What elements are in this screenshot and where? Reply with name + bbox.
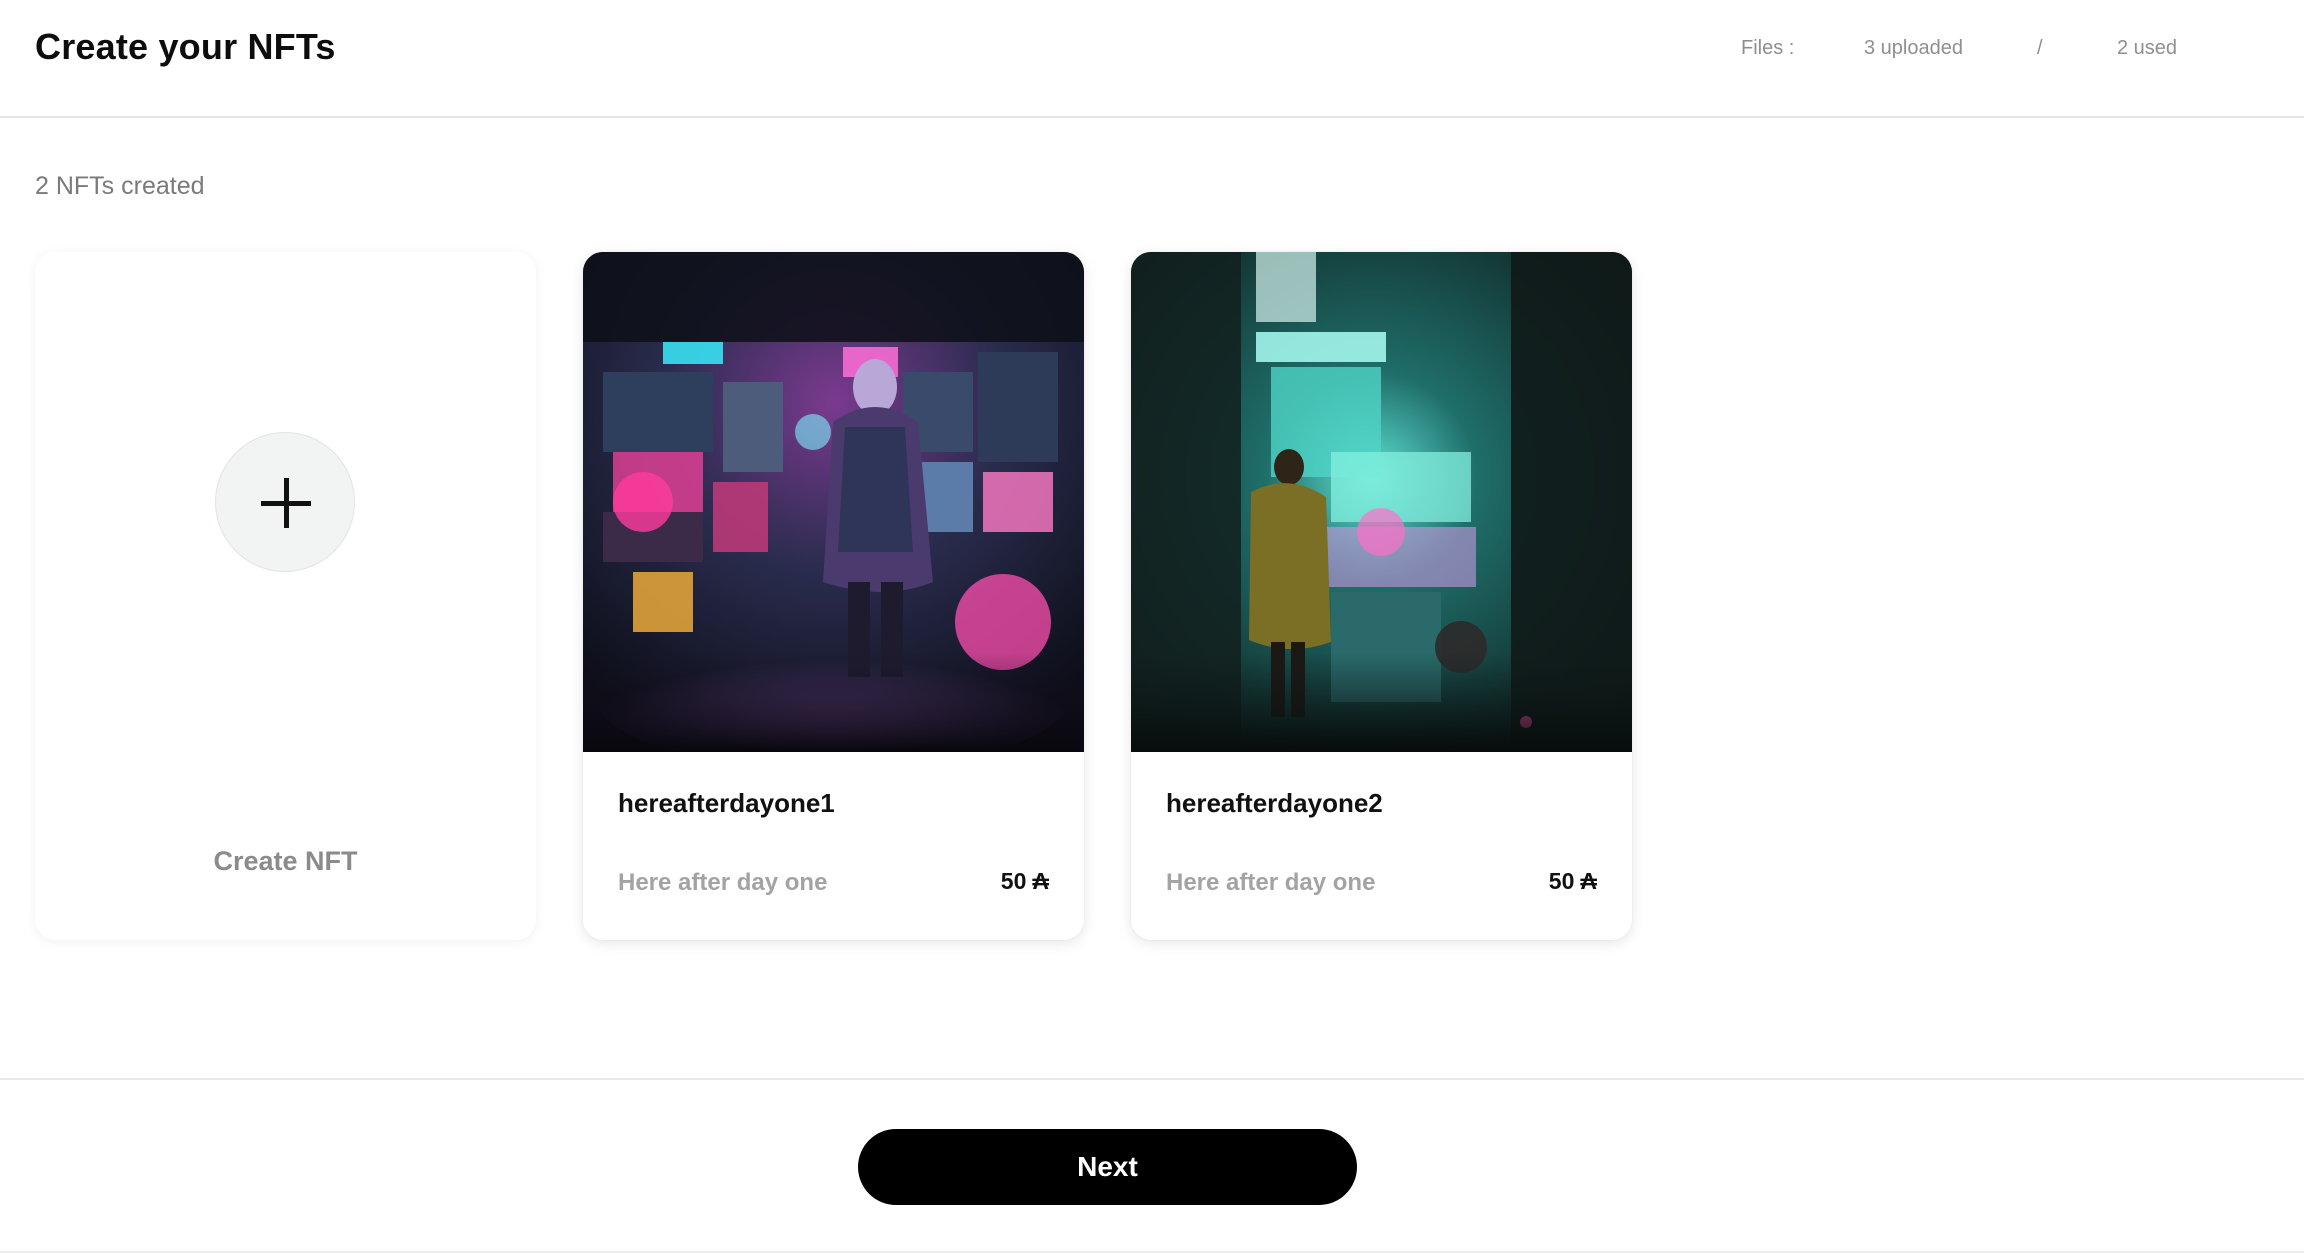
nft-description: Here after day one [618,869,828,896]
nft-name: hereafterdayone1 [618,788,835,818]
ada-currency-icon: ₳ [1032,868,1049,894]
footer-divider [0,1078,2304,1080]
page-title: Create your NFTs [35,26,336,67]
files-separator: / [2037,37,2043,59]
files-used-count: 2 used [2117,37,2178,59]
nft-description: Here after day one [1166,869,1376,896]
nft-count: 2 NFTs created [35,172,205,200]
create-nft-card[interactable]: Create NFT [35,252,536,940]
header: Create your NFTs Files : 3 uploaded / 2 … [0,0,2304,118]
nft-price: 50 ₳ [1549,868,1597,895]
add-nft-button[interactable] [215,432,355,572]
files-label: Files : [1741,37,1795,59]
nft-image [583,252,1084,752]
nft-card[interactable]: hereafterdayone2 Here after day one 50 ₳ [1131,252,1632,940]
files-uploaded-count: 3 uploaded [1864,37,1963,59]
ada-currency-icon: ₳ [1580,868,1597,894]
nft-price: 50 ₳ [1001,868,1049,895]
create-nft-label: Create NFT [213,846,358,876]
nft-image [1131,252,1632,752]
nft-price-value: 50 [1548,868,1575,894]
nft-price-value: 50 [1000,868,1027,894]
page: Create your NFTs Files : 3 uploaded / 2 … [0,0,2304,1254]
nft-card[interactable]: hereafterdayone1 Here after day one 50 ₳ [583,252,1084,940]
next-button[interactable]: Next [858,1129,1357,1205]
nft-name: hereafterdayone2 [1166,788,1383,818]
bottom-divider [0,1251,2304,1253]
